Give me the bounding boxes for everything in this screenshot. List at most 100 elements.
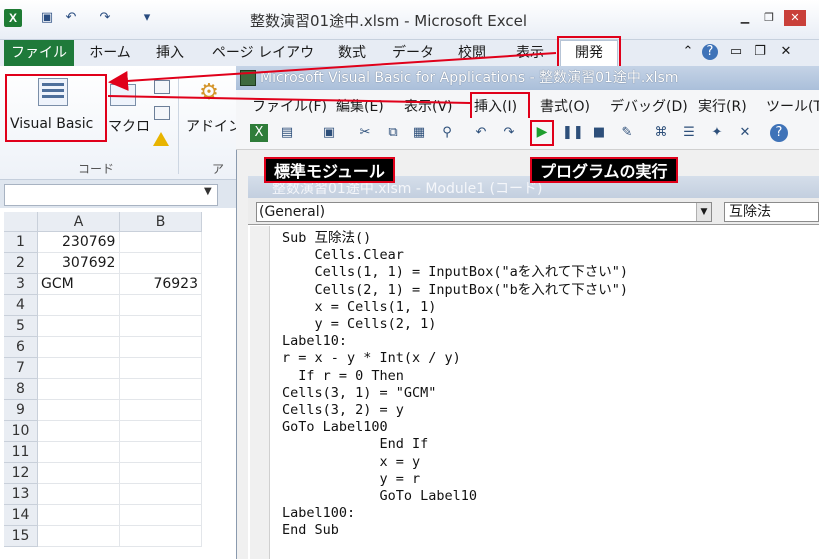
ribbon-minimize-icon[interactable]: ▭ — [728, 44, 744, 60]
sheet-cell[interactable] — [38, 505, 120, 526]
close-icon[interactable]: ✕ — [784, 10, 806, 26]
sheet-cell[interactable] — [120, 253, 202, 274]
sheet-cell[interactable] — [38, 358, 120, 379]
sheet-cell[interactable] — [38, 463, 120, 484]
sheet-cell[interactable] — [38, 484, 120, 505]
row-header[interactable]: 6 — [4, 337, 38, 358]
ribbon-collapse-icon[interactable]: ⌃ — [680, 44, 696, 60]
customize-toolbar-icon[interactable]: ▾ — [138, 9, 156, 27]
tab-review[interactable]: 校閲 — [454, 40, 490, 66]
sheet-cell[interactable] — [38, 337, 120, 358]
row-header[interactable]: 3 — [4, 274, 38, 295]
restore-icon[interactable]: ❐ — [760, 10, 778, 26]
column-header-a[interactable]: A — [38, 212, 120, 232]
pause-icon[interactable]: ❚❚ — [562, 124, 584, 142]
copy-icon[interactable]: ⧉ — [384, 124, 402, 142]
minimize-icon[interactable]: ▁ — [736, 10, 754, 26]
paste-icon[interactable]: ▦ — [410, 124, 428, 142]
menu-edit[interactable]: 編集(E) — [336, 96, 384, 116]
sheet-cell[interactable] — [120, 295, 202, 316]
toolbox-icon[interactable]: ✕ — [736, 124, 754, 142]
sheet-cell[interactable] — [38, 442, 120, 463]
sheet-cell[interactable] — [120, 505, 202, 526]
row-header[interactable]: 4 — [4, 295, 38, 316]
ribbon-close-icon[interactable]: ✕ — [778, 44, 794, 60]
row-header[interactable]: 15 — [4, 526, 38, 547]
tab-data[interactable]: データ — [392, 40, 434, 66]
chevron-down-icon[interactable]: ▼ — [204, 186, 212, 197]
row-header[interactable]: 5 — [4, 316, 38, 337]
sheet-cell[interactable] — [38, 421, 120, 442]
sheet-cell[interactable] — [38, 400, 120, 421]
undo-icon[interactable]: ↶ — [62, 9, 80, 27]
menu-view[interactable]: 表示(V) — [404, 96, 453, 116]
macro-security-icon[interactable] — [153, 132, 169, 146]
sheet-cell[interactable] — [120, 526, 202, 547]
sheet-cell[interactable] — [120, 442, 202, 463]
row-header[interactable]: 14 — [4, 505, 38, 526]
stop-icon[interactable]: ■ — [590, 124, 608, 142]
properties-icon[interactable]: ☰ — [680, 124, 698, 142]
cut-icon[interactable]: ✂ — [356, 124, 374, 142]
record-macro-icon[interactable] — [154, 80, 170, 94]
redo-icon[interactable]: ↷ — [500, 124, 518, 142]
sheet-cell[interactable] — [120, 484, 202, 505]
tab-view[interactable]: 表示 — [510, 40, 550, 66]
save-project-icon[interactable]: ▣ — [320, 124, 338, 142]
macro-button[interactable]: マクロ — [108, 116, 150, 136]
sheet-cell[interactable] — [120, 337, 202, 358]
sheet-cell[interactable] — [120, 421, 202, 442]
sheet-cell[interactable]: 230769 — [38, 232, 120, 253]
name-box[interactable] — [4, 184, 218, 206]
addin-button[interactable]: アドイン — [186, 116, 242, 136]
menu-tools[interactable]: ツール(T) — [766, 96, 819, 116]
sheet-cell[interactable] — [38, 316, 120, 337]
row-header[interactable]: 9 — [4, 400, 38, 421]
row-header[interactable]: 13 — [4, 484, 38, 505]
sheet-cell[interactable]: GCM — [38, 274, 120, 295]
find-icon[interactable]: ⚲ — [438, 124, 456, 142]
undo-icon[interactable]: ↶ — [472, 124, 490, 142]
sheet-cell[interactable] — [120, 316, 202, 337]
sheet-cell[interactable] — [38, 295, 120, 316]
procedure-combo[interactable]: 互除法 — [724, 202, 819, 222]
menu-file[interactable]: ファイル(F) — [252, 96, 327, 116]
row-header[interactable]: 10 — [4, 421, 38, 442]
object-browser-icon[interactable]: ✦ — [708, 124, 726, 142]
sheet-cell[interactable] — [120, 379, 202, 400]
sheet-cell[interactable] — [38, 526, 120, 547]
redo-icon[interactable]: ↷ — [96, 9, 114, 27]
sheet-cell[interactable]: 307692 — [38, 253, 120, 274]
row-header[interactable]: 11 — [4, 442, 38, 463]
code-text[interactable]: Sub 互除法() Cells.Clear Cells(1, 1) = Inpu… — [282, 230, 628, 540]
addin-gear-icon[interactable]: ⚙ — [196, 80, 222, 106]
menu-format[interactable]: 書式(O) — [540, 96, 590, 116]
ribbon-restore-icon[interactable]: ❐ — [752, 44, 768, 60]
menu-run[interactable]: 実行(R) — [698, 96, 747, 116]
object-combo[interactable]: (General) — [256, 202, 712, 222]
tab-file[interactable]: ファイル — [4, 40, 74, 66]
sheet-cell[interactable] — [120, 232, 202, 253]
view-excel-icon[interactable]: X — [250, 124, 268, 142]
help-icon[interactable]: ? — [702, 44, 718, 60]
vba-help-icon[interactable]: ? — [770, 124, 788, 142]
tab-insert[interactable]: 挿入 — [150, 40, 190, 66]
sheet-cell[interactable] — [120, 463, 202, 484]
save-icon[interactable]: ▣ — [38, 9, 56, 27]
row-header[interactable]: 7 — [4, 358, 38, 379]
sheet-cell[interactable] — [120, 400, 202, 421]
insert-module-icon[interactable]: ▤ — [278, 124, 296, 142]
row-header[interactable]: 1 — [4, 232, 38, 253]
project-explorer-icon[interactable]: ⌘ — [652, 124, 670, 142]
select-all-corner[interactable] — [4, 212, 38, 232]
relative-reference-icon[interactable] — [154, 106, 170, 120]
row-header[interactable]: 2 — [4, 253, 38, 274]
column-header-b[interactable]: B — [120, 212, 202, 232]
chevron-down-icon[interactable]: ▼ — [696, 203, 711, 221]
design-mode-icon[interactable]: ✎ — [618, 124, 636, 142]
tab-formulas[interactable]: 数式 — [334, 40, 370, 66]
macro-icon[interactable] — [110, 84, 136, 106]
tab-page-layout[interactable]: ページ レイアウト — [210, 40, 316, 87]
sheet-cell[interactable] — [120, 358, 202, 379]
sheet-cell[interactable]: 76923 — [120, 274, 202, 295]
